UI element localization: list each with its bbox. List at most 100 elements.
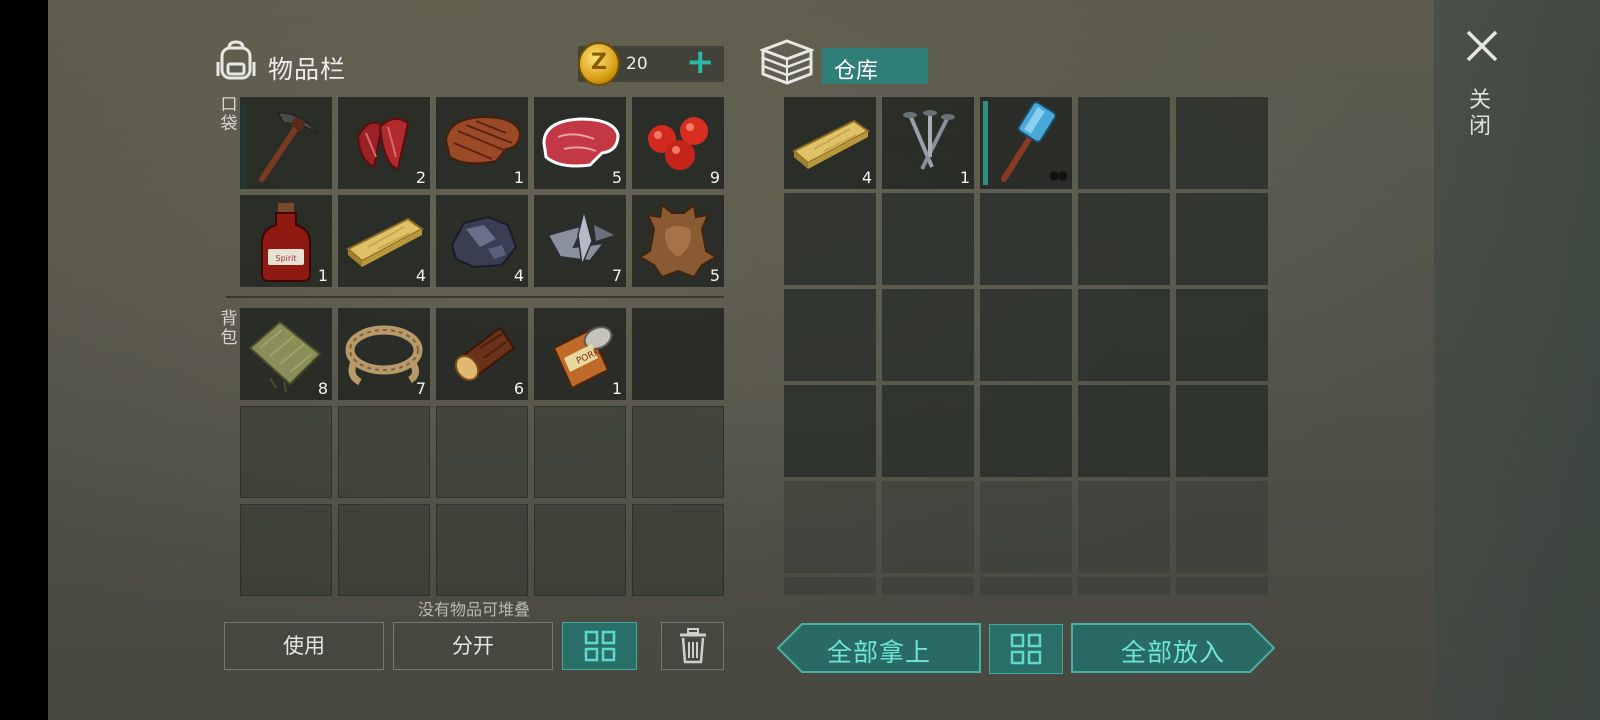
stack-hint: 没有物品可堆叠 xyxy=(418,600,531,619)
storage-slot[interactable]: 1 xyxy=(882,97,974,189)
inventory-title: 物品栏 xyxy=(268,55,347,84)
item-count: 6 xyxy=(513,379,524,398)
item-count: 4 xyxy=(861,168,872,187)
storage-slot[interactable] xyxy=(882,385,974,477)
item-count: 1 xyxy=(317,266,328,285)
backpack-slot[interactable]: 7 xyxy=(338,308,430,400)
coin-count: 20 xyxy=(626,54,648,74)
storage-slot[interactable] xyxy=(882,481,974,573)
item-count: 5 xyxy=(709,266,720,285)
backpack-slot[interactable]: 8 xyxy=(240,308,332,400)
backpack-slot[interactable]: 6 xyxy=(436,308,528,400)
backpack-slot[interactable]: PORK 1 xyxy=(534,308,626,400)
storage-slot[interactable] xyxy=(1078,97,1170,189)
storage-slot[interactable] xyxy=(1176,97,1268,189)
item-count: 2 xyxy=(415,168,426,187)
backpack-label: 背包 xyxy=(220,309,238,348)
sort-storage-button[interactable] xyxy=(989,624,1063,674)
backpack-slot[interactable] xyxy=(632,308,724,400)
storage-slot[interactable] xyxy=(1176,481,1268,573)
add-coins-button[interactable]: + xyxy=(686,44,715,80)
backpack-slot[interactable] xyxy=(436,406,528,498)
pocket-slot[interactable]: 4 xyxy=(338,195,430,287)
storage-slot[interactable] xyxy=(1078,193,1170,285)
close-label[interactable]: 关闭 xyxy=(1468,88,1492,140)
backpack-icon xyxy=(216,40,256,80)
storage-slot[interactable]: ●● xyxy=(980,97,1072,189)
pocket-slot[interactable]: 4 xyxy=(436,195,528,287)
pocket-slot[interactable]: 1 xyxy=(436,97,528,189)
trash-icon xyxy=(679,628,706,664)
storage-box-icon xyxy=(760,39,814,85)
storage-slot[interactable] xyxy=(784,385,876,477)
item-count: 7 xyxy=(415,379,426,398)
storage-slot[interactable] xyxy=(1078,577,1170,595)
take-all-label: 全部拿上 xyxy=(826,638,931,667)
backpack-slot[interactable] xyxy=(338,504,430,596)
section-divider xyxy=(226,296,724,298)
storage-slot[interactable] xyxy=(882,289,974,381)
pocket-slot[interactable] xyxy=(240,97,332,189)
storage-slot[interactable] xyxy=(784,193,876,285)
pocket-slot[interactable]: 2 xyxy=(338,97,430,189)
pocket-label: 口袋 xyxy=(220,95,238,134)
storage-tab-label: 仓库 xyxy=(834,59,879,84)
take-all-button[interactable]: 全部拿上 xyxy=(776,622,982,674)
sort-inventory-button[interactable] xyxy=(562,622,637,670)
svg-text:Spirit: Spirit xyxy=(275,254,296,263)
pocket-slot[interactable]: Spirit 1 xyxy=(240,195,332,287)
storage-slot[interactable] xyxy=(1176,193,1268,285)
backpack-slot[interactable] xyxy=(436,504,528,596)
item-count: 4 xyxy=(415,266,426,285)
put-all-button[interactable]: 全部放入 xyxy=(1070,622,1276,674)
put-all-label: 全部放入 xyxy=(1120,638,1225,667)
backpack-slot[interactable] xyxy=(632,406,724,498)
storage-slot[interactable] xyxy=(784,577,876,595)
item-count: 1 xyxy=(959,168,970,187)
pocket-slot[interactable]: 7 xyxy=(534,195,626,287)
storage-slot[interactable] xyxy=(882,577,974,595)
storage-slot[interactable] xyxy=(784,481,876,573)
backpack-slot[interactable] xyxy=(338,406,430,498)
storage-slot[interactable] xyxy=(1176,385,1268,477)
close-icon[interactable] xyxy=(1462,26,1502,66)
storage-slot[interactable] xyxy=(980,481,1072,573)
backpack-slot[interactable] xyxy=(240,406,332,498)
backpack-slot[interactable] xyxy=(240,504,332,596)
storage-slot[interactable] xyxy=(980,385,1072,477)
pocket-slot[interactable]: 9 xyxy=(632,97,724,189)
durability-dots: ●● xyxy=(1049,168,1068,182)
item-count: 1 xyxy=(513,168,524,187)
split-button[interactable]: 分开 xyxy=(393,622,553,670)
item-count: 4 xyxy=(513,266,524,285)
storage-slot[interactable] xyxy=(1176,577,1268,595)
right-panel-strip xyxy=(1434,0,1600,720)
storage-slot[interactable] xyxy=(1078,481,1170,573)
storage-tab[interactable]: 仓库 xyxy=(822,48,928,84)
item-count: 1 xyxy=(611,379,622,398)
delete-button[interactable] xyxy=(661,622,724,670)
storage-slot[interactable] xyxy=(980,577,1072,595)
coin-icon: Z xyxy=(578,42,620,86)
use-button[interactable]: 使用 xyxy=(224,622,384,670)
pocket-slot[interactable]: 5 xyxy=(632,195,724,287)
item-count: 5 xyxy=(611,168,622,187)
item-count: 7 xyxy=(611,266,622,285)
backpack-slot[interactable] xyxy=(632,504,724,596)
grid-sort-icon xyxy=(1010,633,1042,665)
storage-slot[interactable] xyxy=(784,289,876,381)
backpack-slot[interactable] xyxy=(534,504,626,596)
storage-slot[interactable] xyxy=(1176,289,1268,381)
storage-slot[interactable] xyxy=(1078,289,1170,381)
backpack-slot[interactable] xyxy=(534,406,626,498)
storage-slot[interactable] xyxy=(1078,385,1170,477)
item-count: 9 xyxy=(709,168,720,187)
storage-slot[interactable] xyxy=(980,193,1072,285)
pickaxe-icon xyxy=(259,112,319,182)
item-count: 8 xyxy=(317,379,328,398)
storage-slot[interactable] xyxy=(882,193,974,285)
storage-slot[interactable] xyxy=(980,289,1072,381)
pocket-slot[interactable]: 5 xyxy=(534,97,626,189)
storage-slot[interactable]: 4 xyxy=(784,97,876,189)
grid-sort-icon xyxy=(584,630,615,662)
